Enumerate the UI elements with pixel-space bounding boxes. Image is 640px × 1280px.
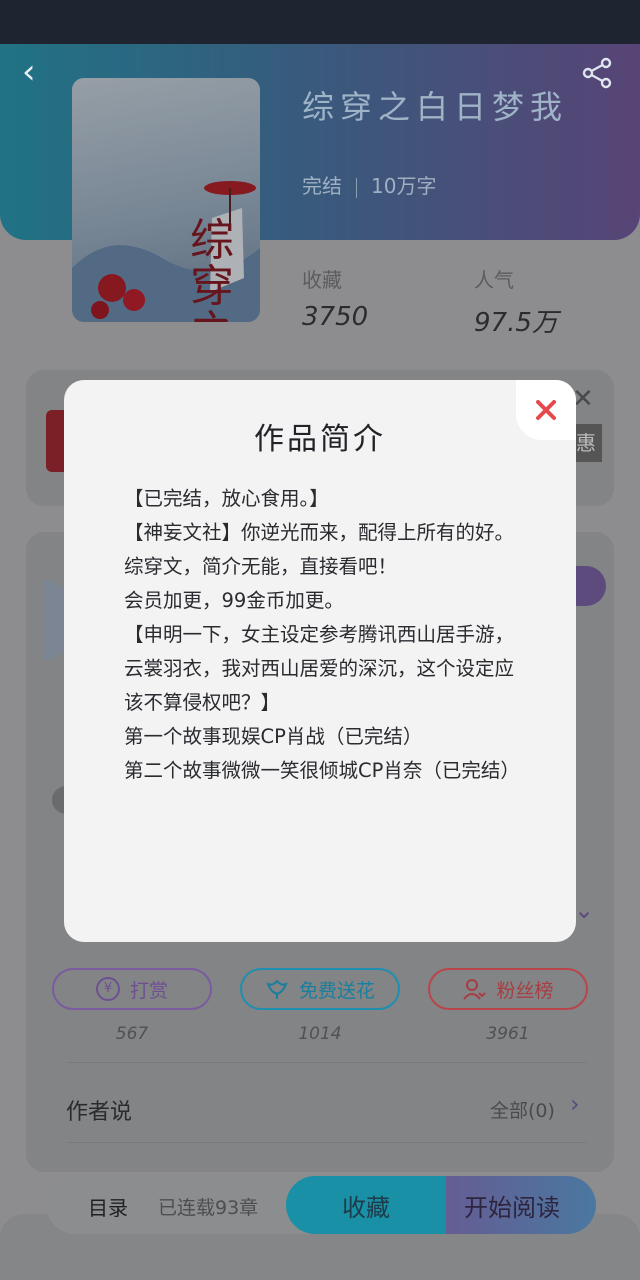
synopsis-paragraph: 综穿文，简介无能，直接看吧！ <box>124 555 398 578</box>
fan-rank-label: 粉丝榜 <box>496 979 554 1002</box>
toc-button[interactable]: 目录 <box>88 1192 128 1221</box>
back-icon[interactable]: ‹ <box>22 55 54 89</box>
serial-status: 已连载93章 <box>158 1197 259 1219</box>
author-say-title: 作者说 <box>66 1100 133 1125</box>
fan-rank-count: 3961 <box>486 1024 530 1044</box>
book-meta: 完结 10万字 <box>302 170 436 199</box>
synopsis-body: 【已完结，放心食用。】 【神妄文社】你逆光而来，配得上所有的好。 综穿文，简介无… <box>124 482 520 788</box>
book-title: 综穿之白日梦我 <box>302 88 569 126</box>
synopsis-paragraph: 【已完结，放心食用。】 <box>124 487 329 510</box>
book-cover[interactable]: 综穿之白日梦我 <box>72 78 260 322</box>
divider <box>66 1062 586 1063</box>
meta-separator <box>356 177 357 198</box>
flower-icon <box>266 979 288 999</box>
chevron-right-icon[interactable]: › <box>570 1090 580 1118</box>
synopsis-title: 作品简介 <box>254 422 386 457</box>
popularity-stat-value: 97.5万 <box>474 308 558 338</box>
fan-rank-button[interactable]: 粉丝榜 <box>428 968 588 1010</box>
expand-chevron-icon[interactable]: ⌄ <box>574 896 594 924</box>
author-say-all-link[interactable]: 全部(0) <box>490 1096 555 1123</box>
send-flower-label: 免费送花 <box>298 979 375 1002</box>
close-button[interactable] <box>516 380 576 440</box>
fan-user-icon <box>463 979 487 1000</box>
synopsis-paragraph: 会员加更，99金币加更。 <box>124 589 344 612</box>
flower-count: 1014 <box>298 1024 342 1044</box>
popularity-stat-label: 人气 <box>474 268 514 292</box>
collect-stat-value: 3750 <box>302 302 369 332</box>
close-icon <box>536 400 556 420</box>
coin-icon: ¥ <box>95 977 120 1001</box>
divider <box>66 1142 586 1143</box>
status-bar <box>0 0 640 44</box>
book-word-count: 10万字 <box>371 174 437 198</box>
collect-button-label: 收藏 <box>342 1193 390 1222</box>
collect-stat-label: 收藏 <box>302 268 342 292</box>
tip-count: 567 <box>115 1024 149 1044</box>
synopsis-dialog: 作品简介 【已完结，放心食用。】 【神妄文社】你逆光而来，配得上所有的好。 综穿… <box>64 380 576 942</box>
synopsis-paragraph: 【神妄文社】你逆光而来，配得上所有的好。 <box>124 521 515 544</box>
synopsis-paragraph: 【申明一下，女主设定参考腾讯西山居手游，云裳羽衣，我对西山居爱的深沉，这个设定应… <box>124 623 515 714</box>
tip-button-label: 打赏 <box>129 979 168 1002</box>
book-status: 完结 <box>302 174 342 198</box>
start-reading-label: 开始阅读 <box>464 1193 560 1222</box>
tip-button[interactable]: ¥ 打赏 <box>52 968 212 1010</box>
share-icon[interactable] <box>580 56 614 90</box>
send-flower-button[interactable]: 免费送花 <box>240 968 400 1010</box>
synopsis-paragraph: 第一个故事现娱CP肖战（已完结） <box>124 725 423 748</box>
synopsis-paragraph: 第二个故事微微一笑很倾城CP肖奈（已完结） <box>124 759 520 782</box>
collect-button[interactable]: 收藏 <box>286 1176 446 1234</box>
